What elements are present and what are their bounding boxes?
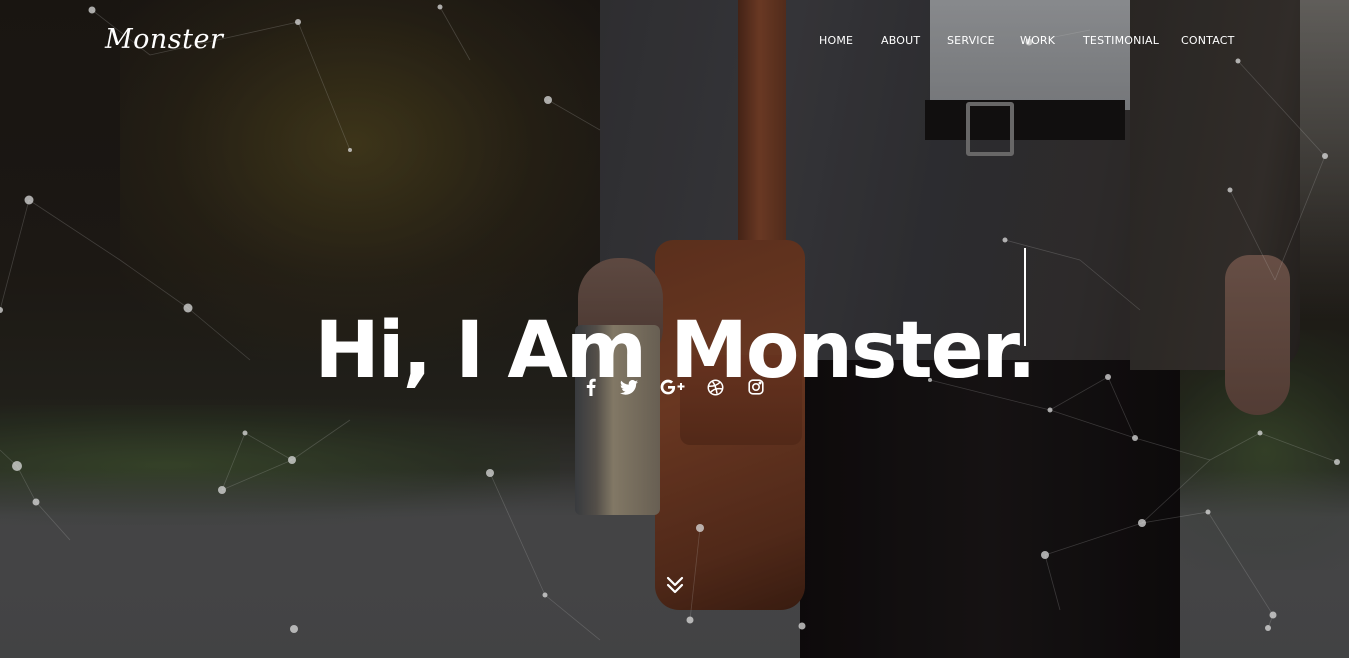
dribbble-icon[interactable]	[704, 376, 726, 398]
nav-link-contact[interactable]: CONTACT	[1181, 34, 1235, 47]
top-navbar: Monster HOME ABOUT SERVICE WORK TESTIMON…	[0, 0, 1349, 82]
nav-link-service[interactable]: SERVICE	[947, 34, 995, 47]
typing-cursor	[1024, 248, 1026, 346]
site-logo[interactable]: Monster	[105, 24, 223, 55]
nav-link-testimonial[interactable]: TESTIMONIAL	[1083, 34, 1159, 47]
nav-link-home[interactable]: HOME	[819, 34, 853, 47]
facebook-icon[interactable]	[582, 376, 600, 398]
nav-link-work[interactable]: WORK	[1020, 34, 1055, 47]
twitter-icon[interactable]	[618, 376, 640, 398]
google-plus-icon[interactable]	[659, 376, 687, 398]
double-chevron-down-icon[interactable]	[663, 574, 687, 596]
nav-link-about[interactable]: ABOUT	[881, 34, 920, 47]
instagram-icon[interactable]	[745, 376, 767, 398]
